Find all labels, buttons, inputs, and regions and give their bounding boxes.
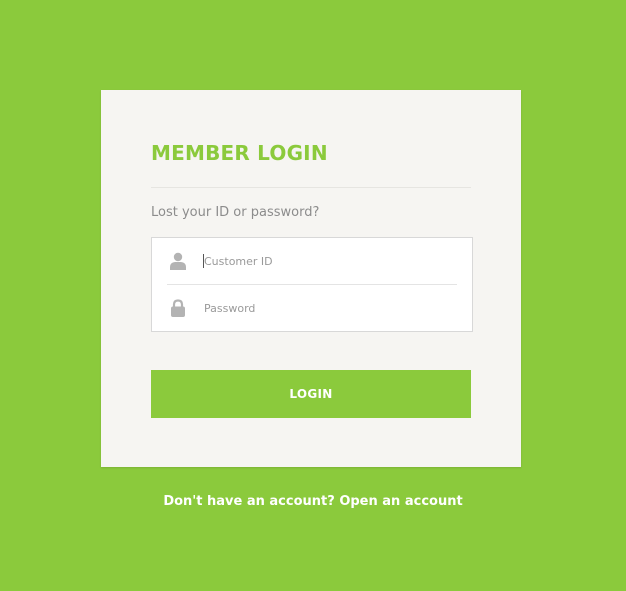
signup-prompt: Don't have an account? Open an account xyxy=(0,494,626,509)
user-icon xyxy=(168,251,188,271)
customer-id-row xyxy=(152,238,472,285)
password-row xyxy=(152,285,472,332)
login-title: MEMBER LOGIN xyxy=(151,141,328,165)
signup-prompt-text: Don't have an account? xyxy=(163,494,335,509)
login-fields xyxy=(151,237,473,332)
login-button[interactable]: LOGIN xyxy=(151,370,471,418)
password-input[interactable] xyxy=(202,298,454,318)
login-card: MEMBER LOGIN Lost your ID or password? C… xyxy=(101,90,521,467)
customer-id-input[interactable] xyxy=(202,251,454,271)
lock-icon xyxy=(168,298,188,318)
text-cursor xyxy=(203,254,204,268)
title-divider xyxy=(151,187,471,188)
open-account-link[interactable]: Open an account xyxy=(339,494,462,509)
lost-credentials-link[interactable]: Lost your ID or password? xyxy=(151,205,319,220)
